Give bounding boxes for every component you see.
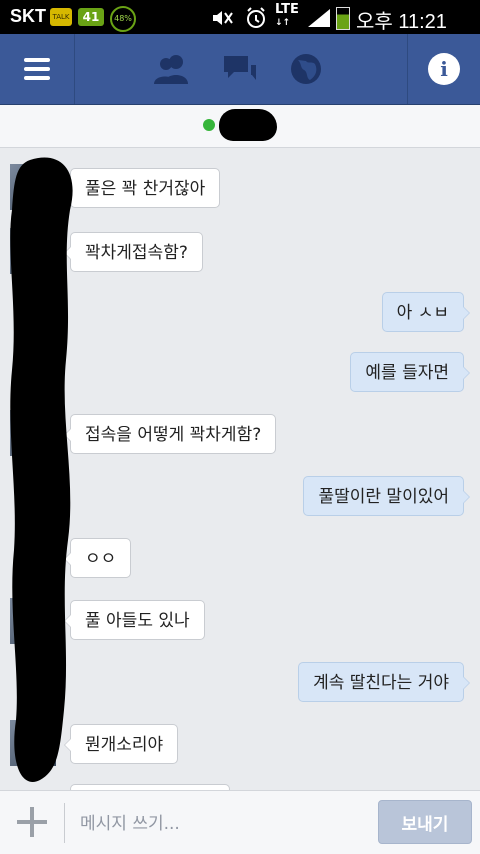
composer-bar: 보내기 [0,790,480,854]
status-bar: SKT TALK 41 48% LTE ↓↑ 오후 11:21 [0,0,480,34]
network-type-label: LTE ↓↑ [275,2,299,28]
divider [64,803,65,843]
message-input[interactable] [78,805,367,843]
menu-icon [24,58,50,62]
info-button[interactable]: i [407,34,480,104]
mute-alarm-icons [210,4,268,30]
alarm-icon [247,6,266,28]
mute-icon [213,10,233,25]
friend-requests-icon[interactable] [154,52,190,86]
info-icon: i [428,53,460,85]
message-bubble[interactable]: 아 ㅅㅂ [381,292,471,332]
send-button[interactable]: 보내기 [378,800,472,844]
battery-icon [336,7,350,30]
carrier-label: SKT [10,6,46,26]
message-bubble[interactable]: 풀딸이란 말이있어 [303,476,470,516]
menu-button[interactable] [0,34,75,104]
clock: 오후 11:21 [356,11,447,33]
message-bubble[interactable]: 예를 들자면 [350,352,470,392]
conversation-header [0,105,480,148]
online-status-dot [203,119,215,131]
menu-icon-bar [24,76,50,80]
notification-count-badge: 41 [78,8,104,26]
messages-icon[interactable] [222,52,258,86]
battery-percent-icon: 48% [110,6,136,32]
notifications-globe-icon[interactable] [288,52,324,86]
add-attachment-icon[interactable] [14,805,50,841]
redacted-contact-name [219,109,277,141]
kakaotalk-icon: TALK [50,8,72,26]
facebook-top-bar: i [0,34,480,105]
menu-icon-bar [24,67,50,71]
marker-redaction [10,157,73,782]
signal-strength-icon [308,9,330,27]
message-bubble[interactable]: 계속 딸친다는 거야 [298,662,470,702]
